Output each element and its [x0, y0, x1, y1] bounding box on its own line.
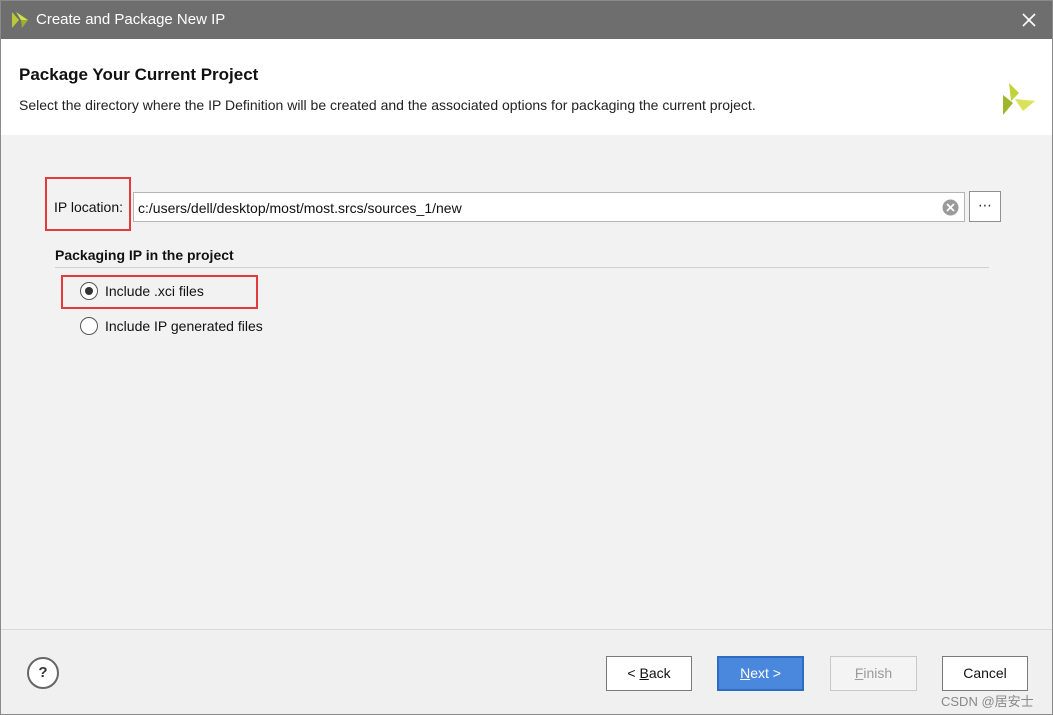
page-subtitle: Select the directory where the IP Defini… — [19, 97, 756, 113]
clear-icon[interactable] — [942, 199, 959, 216]
next-button[interactable]: Next > — [717, 656, 804, 691]
section-divider — [55, 267, 989, 268]
cancel-button[interactable]: Cancel — [942, 656, 1028, 691]
back-button-prefix: < — [627, 665, 640, 681]
watermark: CSDN @居安士 — [941, 694, 1034, 709]
packaging-section-title: Packaging IP in the project — [55, 247, 234, 263]
page-title: Package Your Current Project — [19, 65, 259, 84]
include-xci-label[interactable]: Include .xci files — [105, 283, 204, 299]
vivado-logo-icon — [12, 12, 28, 28]
browse-button[interactable]: ⋯ — [969, 191, 1001, 222]
radio-unselected-icon[interactable] — [80, 317, 98, 335]
back-button[interactable]: < Back — [606, 656, 692, 691]
finish-button[interactable]: Finish — [830, 656, 917, 691]
wizard-footer: ? < Back Next > Finish Cancel — [1, 629, 1052, 714]
finish-button-label: inish — [863, 665, 893, 681]
title-bar: Create and Package New IP — [1, 1, 1052, 39]
window-title: Create and Package New IP — [36, 11, 226, 28]
help-button[interactable]: ? — [27, 657, 59, 689]
back-button-label: ack — [648, 665, 671, 681]
include-generated-label[interactable]: Include IP generated files — [105, 318, 263, 334]
ip-location-input[interactable]: c:/users/dell/desktop/most/most.srcs/sou… — [133, 192, 965, 222]
back-button-mnemonic: B — [639, 665, 649, 681]
radio-selected-icon[interactable] — [80, 282, 98, 300]
next-button-label: ext > — [750, 665, 781, 681]
wizard-header: Package Your Current Project Select the … — [1, 39, 1052, 135]
ip-location-value[interactable]: c:/users/dell/desktop/most/most.srcs/sou… — [138, 200, 462, 216]
dialog-window: Create and Package New IP Package Your C… — [0, 0, 1053, 715]
next-button-mnemonic: N — [740, 665, 751, 681]
xilinx-logo-icon — [1003, 83, 1035, 115]
close-icon[interactable] — [1020, 11, 1038, 29]
ip-location-label: IP location: — [54, 199, 124, 215]
